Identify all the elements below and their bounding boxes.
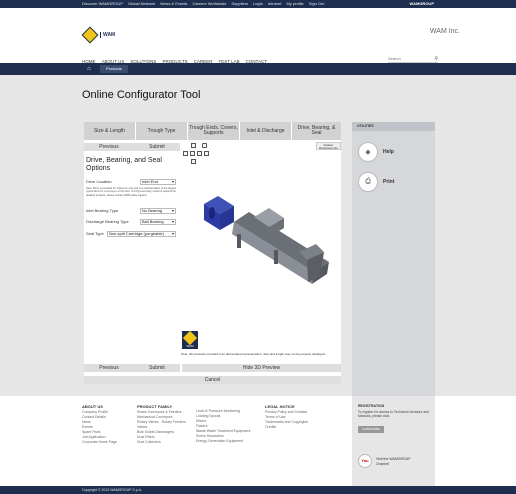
copyright: Copyright © 2013 WAMGROUP S.p.A. (82, 488, 142, 492)
top-links: Discover WAMGROUP Global Network News & … (82, 1, 324, 6)
bottom-nav-buttons: Previous Submit (84, 364, 180, 372)
step-inlet-discharge[interactable]: Inlet & Discharge (240, 122, 291, 140)
footer-about: ABOUT US Company Profile Contact Details… (82, 404, 118, 445)
top-link[interactable]: My profile (286, 1, 303, 6)
footer: ABOUT US Company Profile Contact Details… (0, 396, 516, 486)
view-back-icon[interactable] (204, 151, 209, 156)
top-link[interactable]: Sign Out (309, 1, 325, 6)
form-title: Drive, Bearing, and Seal Options (86, 157, 162, 172)
logo-text: WAM (100, 32, 115, 38)
view-iso-icon[interactable] (191, 143, 196, 148)
top-link[interactable]: Global Network (128, 1, 155, 6)
site-name: WAM Inc. (429, 28, 460, 35)
footer-link[interactable]: Credits (265, 425, 308, 430)
drawer-requirements-button[interactable]: Drawer Requirements (316, 142, 341, 150)
breadcrumb: ⌂ Products (0, 63, 516, 75)
footer-products-2: Level & Pressure Monitoring Loading Spou… (196, 409, 250, 444)
seal-type-select[interactable]: Non-split Cartridge (purgeable) ▾ (107, 231, 176, 237)
submit-button-bottom[interactable]: Submit (149, 365, 165, 371)
step-trough-type[interactable]: Trough Type (136, 122, 187, 140)
registration-heading: REGISTRATION (358, 404, 385, 408)
configurator-panel: Size & Length Trough Type Trough Ends, C… (84, 122, 341, 384)
step-tabs: Size & Length Trough Type Trough Ends, C… (84, 122, 341, 140)
breadcrumb-item[interactable]: Products (100, 65, 128, 73)
preview-note: Note: 3D previews provided is an abbrevi… (181, 352, 326, 356)
subscribe-button[interactable]: SUBSCRIBE (358, 426, 384, 433)
top-nav-buttons: Previous Submit (84, 143, 180, 151)
step-size-length[interactable]: Size & Length (84, 122, 135, 140)
page-title: Online Configurator Tool (82, 89, 201, 101)
print-link[interactable]: ⎙ Print (358, 172, 394, 192)
step-trough-ends[interactable]: Trough Ends, Covers, Supports (188, 122, 239, 140)
main-content: Size & Length Trough Type Trough Ends, C… (0, 118, 516, 396)
header: WAM WAM Inc. HOME ABOUT US SOLUTIONS PRO… (0, 8, 516, 64)
submit-button[interactable]: Submit (149, 144, 165, 150)
drive-note: Note: Drive is provided for reference on… (86, 187, 177, 197)
footer-legal: LEGAL NOTICE Privacy Policy and Cookies … (265, 404, 309, 430)
view-top-icon[interactable] (190, 151, 195, 156)
view-side-icon[interactable] (197, 151, 202, 156)
cancel-button[interactable]: Cancel (84, 376, 341, 384)
view-3d-icon[interactable] (202, 143, 207, 148)
help-icon: ◈ (358, 142, 378, 162)
top-link[interactable]: Intranet (268, 1, 282, 6)
top-link[interactable]: Discover WAMGROUP (82, 1, 123, 6)
logo-diamond-icon (81, 26, 99, 44)
dropdown-arrow-icon: ▾ (171, 231, 174, 236)
dropdown-arrow-icon: ▾ (171, 208, 174, 213)
search-input[interactable] (388, 56, 428, 61)
step-drive-bearing-seal[interactable]: Drive, Bearing, & Seal (292, 122, 341, 140)
dropdown-arrow-icon: ▾ (171, 219, 174, 224)
previous-button-bottom[interactable]: Previous (99, 365, 118, 371)
conveyor-3d-model[interactable] (204, 192, 329, 302)
hide-preview-button[interactable]: Hide 3D Preview (182, 364, 341, 372)
wam-viewer-logo: WAM (182, 330, 198, 349)
help-link[interactable]: ◈ Help (358, 142, 394, 162)
top-link[interactable]: News & Events (160, 1, 187, 6)
wam-logo[interactable]: WAM (81, 26, 115, 44)
drive-location-label: Drive Location (86, 179, 112, 184)
search-icon[interactable]: ⚲ (434, 56, 438, 62)
search-box: ⚲ (388, 56, 438, 63)
dropdown-arrow-icon: ▾ (171, 179, 174, 184)
footer-products: PRODUCT FAMILY Screw Conveyors & Feeders… (137, 404, 186, 445)
registration-text: To register for access to Technical Lite… (358, 410, 429, 418)
footer-link[interactable]: Corporate Home Page (82, 440, 117, 445)
view-front-icon[interactable] (183, 151, 188, 156)
inlet-bearing-select[interactable]: No Bearing ▾ (140, 208, 176, 214)
top-bar: Discover WAMGROUP Global Network News & … (0, 0, 516, 8)
youtube-link[interactable]: Visit the WAMGROUP Channel (376, 457, 411, 466)
utilities-sidebar: UTILITIES ◈ Help ⎙ Print (352, 122, 435, 396)
utilities-heading: UTILITIES (352, 122, 435, 131)
top-link[interactable]: Suppliers (231, 1, 248, 6)
discharge-bearing-label: Discharge Bearing Type (86, 219, 129, 224)
inlet-bearing-label: Inlet Bearing Type (86, 208, 119, 213)
footer-link[interactable]: Energy Generation Equipment (196, 439, 250, 444)
previous-button[interactable]: Previous (99, 144, 118, 150)
zoom-fit-icon[interactable] (191, 159, 196, 164)
youtube-icon[interactable]: You (358, 454, 372, 468)
discharge-bearing-select[interactable]: Ball Bearing ▾ (140, 219, 176, 225)
print-icon: ⎙ (358, 172, 378, 192)
top-link[interactable]: Login (253, 1, 263, 6)
registration-box: REGISTRATION To register for access to T… (352, 396, 435, 486)
drive-location-select[interactable]: Inlet End ▾ (140, 179, 176, 185)
bottom-bar: Copyright © 2013 WAMGROUP S.p.A. (0, 486, 516, 494)
title-bar: Online Configurator Tool (0, 75, 516, 118)
top-link[interactable]: Careers Worldwide (192, 1, 226, 6)
seal-type-label: Seal Type (86, 231, 104, 236)
home-icon[interactable]: ⌂ (84, 65, 94, 73)
wamgroup-brand[interactable]: WAMGROUP (410, 1, 434, 6)
footer-link[interactable]: Dust Collectors (137, 440, 186, 445)
